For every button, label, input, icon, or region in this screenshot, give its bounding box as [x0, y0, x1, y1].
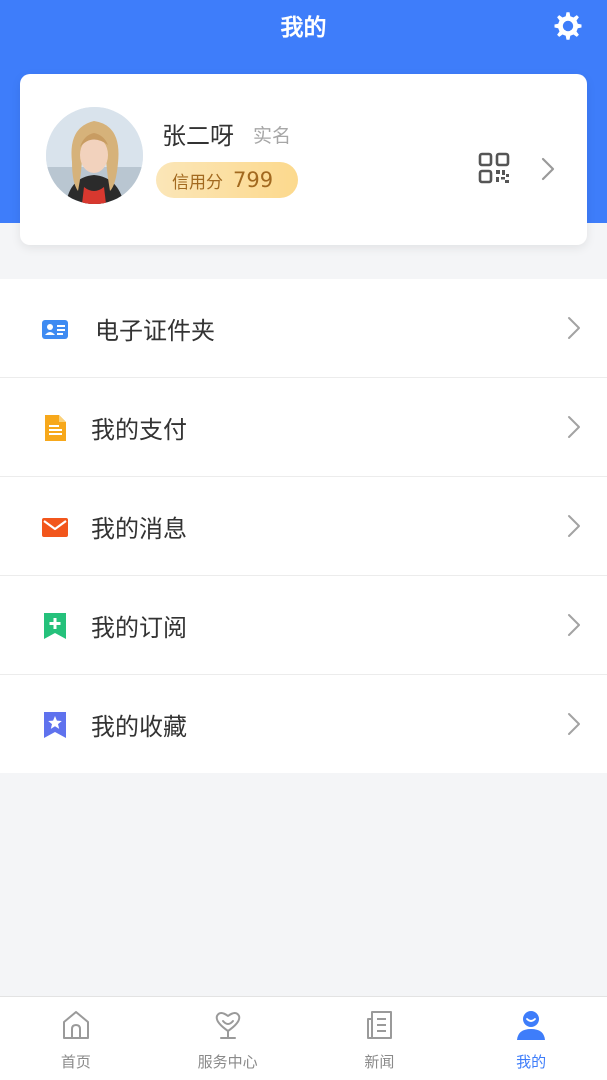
- menu-list: 电子证件夹 我的支付 我的消息 我的订阅 我的收藏: [0, 279, 607, 773]
- page-title: 我的: [280, 15, 327, 41]
- user-icon: [517, 1011, 546, 1040]
- settings-button[interactable]: [548, 6, 588, 46]
- profile-card[interactable]: 张二呀 实名 信用分 799: [20, 74, 587, 245]
- tab-label: 首页: [60, 1053, 91, 1071]
- menu-item-my-payment[interactable]: 我的支付: [0, 378, 607, 477]
- user-name: 张二呀: [162, 122, 234, 150]
- tab-mine[interactable]: 我的: [455, 997, 607, 1080]
- credit-label: 信用分: [172, 172, 223, 193]
- credit-score: 799: [233, 168, 274, 192]
- bottom-tab-bar: 首页 服务中心 新闻 我的: [0, 996, 607, 1080]
- menu-item-label: 我的订阅: [91, 614, 187, 642]
- tab-home[interactable]: 首页: [0, 997, 152, 1080]
- id-card-icon: [42, 320, 68, 339]
- chevron-right-icon: [568, 713, 580, 735]
- credit-score-badge[interactable]: 信用分 799: [156, 162, 298, 198]
- qr-code-icon[interactable]: [478, 152, 510, 184]
- bookmark-plus-icon: [44, 613, 66, 639]
- menu-item-my-subscriptions[interactable]: 我的订阅: [0, 576, 607, 675]
- news-icon: [367, 1011, 393, 1039]
- menu-item-label: 我的消息: [91, 515, 187, 543]
- tab-news[interactable]: 新闻: [304, 997, 456, 1080]
- profile-page: 我的 张二呀 实名 信用分 799 电子证件夹 我的支付 我的消息 我的订阅 我…: [0, 0, 607, 1080]
- chevron-right-icon[interactable]: [540, 156, 556, 182]
- menu-item-my-favorites[interactable]: 我的收藏: [0, 675, 607, 773]
- chevron-right-icon: [568, 416, 580, 438]
- envelope-icon: [42, 518, 68, 537]
- chevron-right-icon: [568, 515, 580, 537]
- tab-label: 服务中心: [197, 1053, 258, 1071]
- tab-label: 我的: [516, 1053, 547, 1071]
- tab-service-center[interactable]: 服务中心: [152, 997, 304, 1080]
- avatar[interactable]: [46, 107, 143, 204]
- menu-item-label: 我的支付: [91, 416, 187, 444]
- bookmark-star-icon: [44, 712, 66, 738]
- home-icon: [62, 1011, 89, 1039]
- gear-icon: [554, 12, 582, 40]
- chevron-right-icon: [568, 614, 580, 636]
- heart-trophy-icon: [215, 1012, 240, 1039]
- verified-tag: 实名: [253, 125, 292, 147]
- tab-label: 新闻: [364, 1053, 395, 1071]
- chevron-right-icon: [568, 317, 580, 339]
- menu-item-label: 电子证件夹: [95, 317, 215, 345]
- document-icon: [45, 415, 66, 441]
- menu-item-label: 我的收藏: [91, 713, 187, 741]
- menu-item-my-messages[interactable]: 我的消息: [0, 477, 607, 576]
- menu-item-id-wallet[interactable]: 电子证件夹: [0, 279, 607, 378]
